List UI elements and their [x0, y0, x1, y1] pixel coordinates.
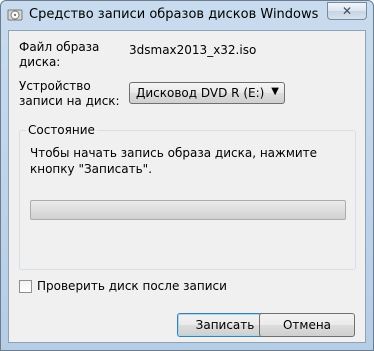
- device-label: Устройство записи на диск:: [19, 79, 120, 108]
- window-title: Средство записи образов дисков Windows: [29, 7, 319, 22]
- progress-bar: [30, 200, 346, 220]
- chevron-down-icon: ▼: [271, 86, 279, 97]
- dialog-window: Средство записи образов дисков Windows ✕…: [0, 0, 374, 351]
- status-group: Состояние Чтобы начать запись образа дис…: [19, 123, 356, 270]
- close-icon: ✕: [341, 4, 353, 18]
- device-select-value: Дисковод DVD R (E:): [136, 86, 265, 100]
- device-select[interactable]: Дисковод DVD R (E:) ▼: [129, 82, 285, 104]
- verify-checkbox-row[interactable]: Проверить диск после записи: [19, 278, 227, 294]
- close-button[interactable]: ✕: [327, 2, 367, 20]
- verify-checkbox-label[interactable]: Проверить диск после записи: [37, 279, 227, 293]
- verify-checkbox[interactable]: [19, 279, 32, 293]
- status-message: Чтобы начать запись образа диска, нажмит…: [30, 146, 318, 176]
- file-label: Файл образа диска:: [19, 40, 100, 69]
- dialog-body: Файл образа диска: 3dsmax2013_x32.iso Ус…: [8, 30, 366, 343]
- title-bar[interactable]: Средство записи образов дисков Windows ✕: [1, 1, 373, 30]
- cancel-button[interactable]: Отмена: [259, 313, 355, 337]
- file-name-value: 3dsmax2013_x32.iso: [129, 43, 257, 57]
- status-group-title: Состояние: [26, 123, 97, 137]
- disc-burner-icon: [7, 7, 23, 23]
